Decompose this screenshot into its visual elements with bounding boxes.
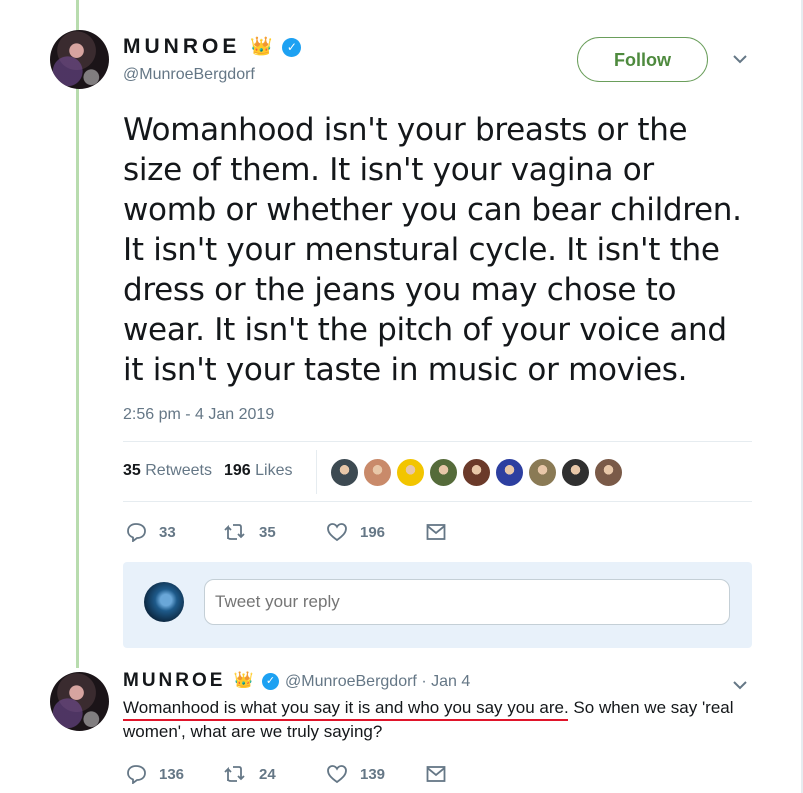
crown-icon: 👑 — [250, 36, 273, 56]
reply-author-handle[interactable]: @MunroeBergdorf — [285, 673, 417, 690]
direct-message-button[interactable] — [426, 523, 446, 541]
likers-avatars[interactable] — [330, 458, 660, 488]
like-button[interactable]: 196 — [326, 522, 385, 542]
thread-line — [76, 0, 79, 668]
tweet-timestamp[interactable]: 2:56 pm - 4 Jan 2019 — [123, 406, 274, 424]
retweets-stat[interactable]: 35 Retweets — [123, 462, 212, 479]
chevron-down-icon[interactable] — [732, 52, 748, 70]
reply-composer — [123, 562, 752, 648]
author-display-name[interactable]: MUNROE 👑 ✓ — [123, 35, 302, 59]
retweet-icon — [223, 764, 247, 784]
retweet-icon — [223, 522, 247, 542]
liker-avatar[interactable] — [429, 458, 458, 487]
reply-input[interactable] — [204, 579, 730, 625]
liker-avatar[interactable] — [495, 458, 524, 487]
likes-label: Likes — [255, 462, 293, 479]
retweets-count: 35 — [123, 462, 141, 479]
reply-count: 136 — [159, 765, 185, 783]
retweet-count: 24 — [259, 765, 276, 783]
like-button[interactable]: 139 — [326, 764, 385, 784]
reply-button[interactable]: 136 — [126, 764, 184, 784]
meta-separator: · — [421, 673, 427, 690]
liker-avatar[interactable] — [561, 458, 590, 487]
heart-icon — [326, 522, 348, 542]
reply-meta: @MunroeBergdorf · Jan 4 — [285, 673, 470, 691]
envelope-icon — [426, 523, 446, 541]
verified-badge-icon: ✓ — [261, 673, 279, 690]
reply-author-name-text: MUNROE — [123, 670, 226, 691]
reply-author-display-name[interactable]: MUNROE 👑 ✓ — [123, 670, 279, 692]
divider-top — [123, 441, 752, 442]
liker-avatar[interactable] — [528, 458, 557, 487]
retweet-count: 35 — [259, 523, 276, 541]
like-count: 139 — [360, 765, 386, 783]
direct-message-button[interactable] — [426, 765, 446, 783]
likes-count: 196 — [223, 462, 251, 479]
heart-icon — [326, 764, 348, 784]
liker-avatar[interactable] — [462, 458, 491, 487]
liker-avatar[interactable] — [363, 458, 392, 487]
author-avatar[interactable] — [50, 30, 109, 89]
reply-date[interactable]: Jan 4 — [431, 673, 470, 690]
retweet-button[interactable]: 24 — [223, 764, 276, 784]
verified-badge-icon: ✓ — [282, 38, 302, 57]
follow-button[interactable]: Follow — [577, 37, 708, 82]
retweets-label: Retweets — [145, 462, 212, 479]
liker-avatar[interactable] — [330, 458, 359, 487]
stats-separator — [316, 450, 317, 494]
author-handle[interactable]: @MunroeBergdorf — [123, 66, 255, 84]
reply-icon — [126, 764, 147, 784]
highlight-underline — [123, 719, 568, 721]
tweet-stats: 35 Retweets 196 Likes — [123, 462, 292, 480]
liker-avatar[interactable] — [396, 458, 425, 487]
current-user-avatar — [144, 582, 184, 622]
reply-button[interactable]: 33 — [126, 522, 176, 542]
tweet-text: Womanhood isn't your breasts or the size… — [123, 112, 742, 388]
retweet-button[interactable]: 35 — [223, 522, 276, 542]
reply-count: 33 — [159, 523, 176, 541]
likes-stat[interactable]: 196 Likes — [224, 462, 293, 479]
reply-author-avatar[interactable] — [50, 672, 109, 731]
liker-avatar[interactable] — [594, 458, 623, 487]
author-name-text: MUNROE — [123, 35, 241, 58]
envelope-icon — [426, 765, 446, 783]
like-count: 196 — [360, 523, 386, 541]
crown-icon: 👑 — [233, 672, 254, 689]
chevron-down-icon[interactable] — [732, 678, 748, 696]
divider-bottom — [123, 501, 752, 502]
reply-icon — [126, 522, 147, 542]
